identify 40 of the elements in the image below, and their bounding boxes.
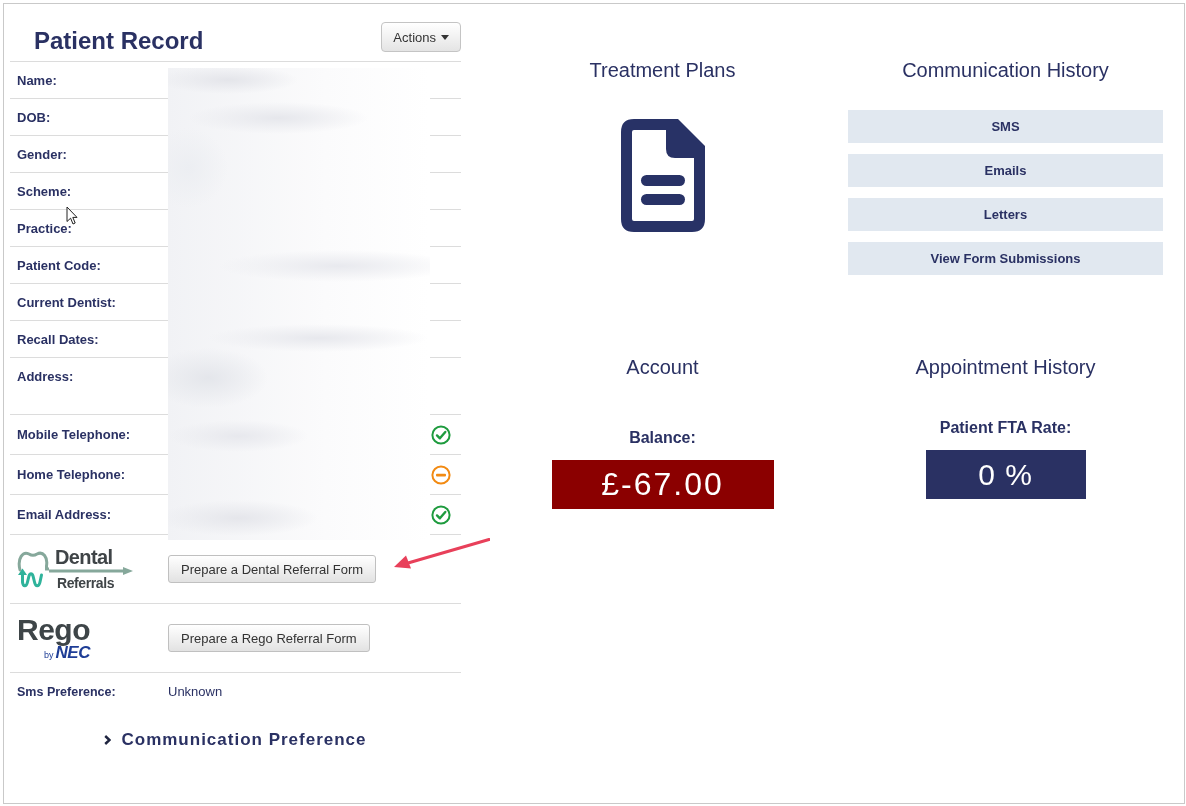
referral-button[interactable]: Prepare a Dental Referral Form bbox=[168, 555, 377, 583]
field-label: DOB: bbox=[17, 110, 51, 126]
logo-arrow-icon bbox=[49, 567, 133, 575]
balance-label: Balance: bbox=[629, 429, 696, 447]
field-label: Recall Dates: bbox=[17, 332, 99, 348]
section-title: Account bbox=[626, 355, 699, 379]
field-label: Email Address: bbox=[17, 506, 112, 523]
field-label: Scheme: bbox=[17, 184, 72, 200]
field-label: Patient Code: bbox=[17, 258, 101, 274]
communication-preference-toggle[interactable]: Communication Preference bbox=[104, 729, 367, 751]
sms-preference-label: Sms Preference: bbox=[17, 684, 117, 700]
balance-amount: £-67.00 bbox=[551, 460, 774, 509]
section-title: Communication History bbox=[902, 58, 1109, 82]
field-label: Home Telephone: bbox=[17, 466, 126, 483]
communication-history-button[interactable]: View Form Submissions bbox=[848, 242, 1163, 275]
referral-button[interactable]: Prepare a Rego Referral Form bbox=[168, 624, 370, 652]
actions-button[interactable]: Actions bbox=[381, 22, 461, 52]
logo-text: Dental bbox=[55, 547, 113, 567]
logo-text: Referrals bbox=[57, 575, 115, 591]
logo-text: by bbox=[44, 649, 54, 660]
patient-record-title: Patient Record bbox=[34, 27, 204, 55]
logo-text: Rego bbox=[17, 615, 90, 644]
fta-rate-value: 0 % bbox=[925, 450, 1086, 499]
tooth-arrow-icon bbox=[17, 549, 49, 589]
section-title: Treatment Plans bbox=[589, 58, 736, 82]
field-label: Name: bbox=[17, 73, 57, 89]
field-label: Mobile Telephone: bbox=[17, 426, 131, 443]
field-label: Current Dentist: bbox=[17, 295, 116, 311]
field-label: Address: bbox=[17, 369, 74, 385]
section-title: Appointment History bbox=[915, 355, 1096, 379]
communication-history-button[interactable]: Letters bbox=[848, 198, 1163, 231]
communication-history-button[interactable]: Emails bbox=[848, 154, 1163, 187]
caret-down-icon bbox=[441, 34, 449, 40]
document-icon[interactable] bbox=[620, 119, 705, 232]
mouse-pointer-icon bbox=[66, 206, 78, 225]
fta-rate-label: Patient FTA Rate: bbox=[939, 419, 1072, 437]
sms-preference-value: Unknown bbox=[168, 684, 223, 700]
field-label: Gender: bbox=[17, 147, 67, 163]
field-label: Practice: bbox=[17, 221, 72, 237]
communication-history-button[interactable]: SMS bbox=[848, 110, 1163, 143]
